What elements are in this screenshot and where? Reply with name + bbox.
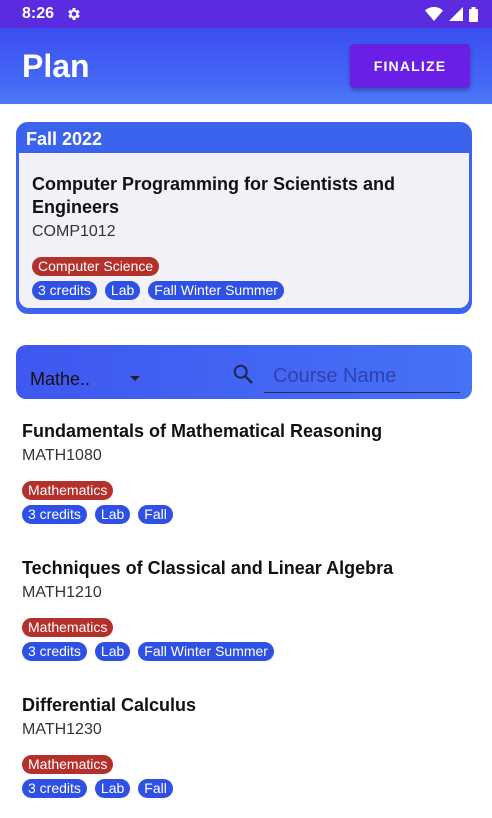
lab-tag: Lab	[94, 779, 131, 798]
course-list-item[interactable]: Differential Calculus MATH1230 Mathemati…	[22, 694, 472, 818]
terms-tag: Fall	[138, 779, 173, 798]
search-icon	[233, 364, 253, 384]
course-list-item[interactable]: Techniques of Classical and Linear Algeb…	[22, 557, 472, 694]
filter-bar: Mathe..	[16, 345, 472, 399]
department-tag: Mathematics	[22, 481, 114, 500]
lab-tag: Lab	[104, 281, 141, 300]
credits-tag: 3 credits	[32, 281, 97, 300]
course-code: MATH1230	[22, 721, 102, 738]
course-code: MATH1080	[22, 447, 102, 464]
credits-tag: 3 credits	[22, 779, 87, 798]
signal-icon	[449, 7, 463, 21]
department-tag: Mathematics	[22, 755, 114, 774]
course-title: Fundamentals of Mathematical Reasoning	[22, 421, 383, 441]
department-dropdown[interactable]: Mathe..	[30, 365, 142, 393]
lab-tag: Lab	[94, 642, 131, 661]
terms-tag: Fall Winter Summer	[138, 642, 274, 661]
course-search-input[interactable]	[264, 361, 460, 393]
course-list-item[interactable]: Fundamentals of Mathematical Reasoning M…	[22, 420, 472, 557]
status-bar: 8:26	[0, 0, 492, 28]
terms-tag: Fall	[138, 505, 173, 524]
course-title: Techniques of Classical and Linear Algeb…	[22, 558, 394, 578]
app-bar: Plan FINALIZE	[0, 28, 492, 104]
department-dropdown-value: Mathe..	[30, 368, 91, 389]
department-tag: Mathematics	[22, 618, 114, 637]
gear-icon	[68, 8, 80, 20]
credits-tag: 3 credits	[22, 505, 87, 524]
credits-tag: 3 credits	[22, 642, 87, 661]
finalize-button[interactable]: FINALIZE	[350, 44, 470, 88]
terms-tag: Fall Winter Summer	[148, 281, 284, 300]
semester-card[interactable]: Fall 2022 Computer Programming for Scien…	[16, 122, 472, 314]
course-title: Differential Calculus	[22, 695, 197, 715]
status-time: 8:26	[22, 5, 55, 22]
course-code: MATH1210	[22, 584, 102, 601]
lab-tag: Lab	[94, 505, 131, 524]
semester-label: Fall 2022	[26, 128, 103, 149]
battery-icon	[469, 6, 478, 22]
page-title: Plan	[22, 47, 90, 84]
semester-course[interactable]: Computer Programming for Scientists and …	[19, 153, 469, 308]
department-tag: Computer Science	[32, 257, 160, 276]
course-code: COMP1012	[32, 223, 116, 240]
wifi-icon	[425, 7, 443, 21]
course-list: Fundamentals of Mathematical Reasoning M…	[22, 420, 472, 818]
dropdown-arrow-icon	[130, 376, 140, 381]
course-title: Computer Programming for Scientists and …	[32, 174, 396, 217]
